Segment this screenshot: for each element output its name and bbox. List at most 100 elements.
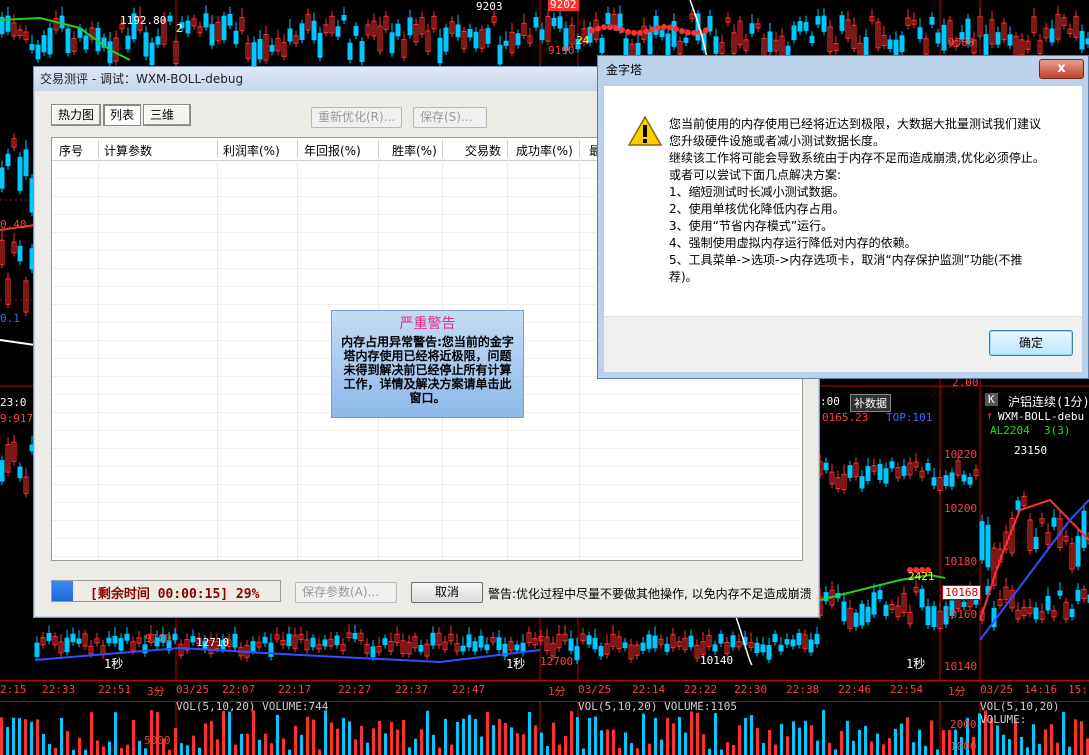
volume-bar <box>606 729 609 755</box>
candle <box>640 642 646 651</box>
price-label: 23:0 <box>0 396 27 409</box>
signal-dot <box>643 28 649 35</box>
contract-count: 3(3) <box>1044 424 1071 437</box>
candle <box>929 16 935 25</box>
save-button[interactable]: 保存(S)... <box>413 107 487 128</box>
candle <box>352 632 358 639</box>
candle <box>455 24 461 38</box>
dialog-footer: 确定 <box>604 316 1082 372</box>
candle <box>317 32 323 58</box>
column-header[interactable]: 胜率(%) <box>392 142 437 159</box>
row-line <box>52 484 802 485</box>
price-label: 23150 <box>1014 444 1048 457</box>
candle <box>931 606 937 628</box>
close-button[interactable]: x <box>1039 59 1084 79</box>
message-line: 荐)。 <box>669 270 698 284</box>
volume-bar <box>150 710 153 755</box>
candle <box>34 642 40 657</box>
time-tick: 22:14 <box>632 683 666 696</box>
volume-bar <box>624 732 627 755</box>
column-separator[interactable] <box>507 140 508 158</box>
column-header[interactable]: 序号 <box>59 142 83 159</box>
candle <box>118 638 124 651</box>
volume-bar <box>642 713 645 755</box>
message-line: 3、使用“节省内存模式”运行。 <box>669 219 834 233</box>
volume-bar <box>720 749 723 755</box>
volume-bar <box>270 743 273 755</box>
column-line <box>217 160 218 560</box>
volume-bar <box>426 710 429 755</box>
tab-heatmap[interactable]: 热力图 <box>51 104 102 126</box>
volume-bar <box>312 719 315 755</box>
volume-bar <box>846 720 849 755</box>
volume-bar <box>138 740 141 755</box>
column-separator[interactable] <box>378 140 379 158</box>
candle <box>586 635 592 645</box>
volume-bar <box>108 741 111 755</box>
column-separator[interactable] <box>217 140 218 158</box>
volume-bar <box>1020 736 1023 755</box>
reoptimize-button[interactable]: 重新优化(R)... <box>311 107 403 128</box>
candle <box>823 462 829 471</box>
supplement-data-button[interactable]: 补数据 <box>850 394 891 412</box>
candle <box>797 21 803 32</box>
candle <box>311 20 317 41</box>
candle <box>460 645 466 652</box>
column-header[interactable]: 成功率(%) <box>516 142 573 159</box>
memory-warning-box[interactable]: 严重警告 内存占用异常警告:您当前的金字塔内存使用已经将近极限，问题未得到解决前… <box>331 310 524 418</box>
candle <box>803 22 809 31</box>
candle <box>17 156 23 191</box>
candle <box>961 601 967 607</box>
volume-bar <box>930 720 933 755</box>
tab-list[interactable]: 列表 <box>103 104 142 126</box>
volume-bar <box>654 717 657 755</box>
volume-bar <box>684 732 687 755</box>
instrument-name: 沪铝连续(1分) <box>1008 395 1089 409</box>
volume-bar <box>210 721 213 755</box>
candle <box>931 477 937 486</box>
column-separator[interactable] <box>579 140 580 158</box>
cancel-button[interactable]: 取消 <box>411 582 483 603</box>
column-separator[interactable] <box>297 140 298 158</box>
column-header[interactable]: 年回报(%) <box>304 142 361 159</box>
message-line: 1、缩短测试时长减小测试数据。 <box>669 185 845 199</box>
volume-bar <box>888 738 891 755</box>
volume-bar <box>102 746 105 755</box>
candle <box>767 31 773 52</box>
row-line <box>52 430 802 431</box>
volume-bar <box>42 733 45 755</box>
save-params-button[interactable]: 保存参数(A)... <box>295 582 397 603</box>
column-header[interactable]: 计算参数 <box>104 142 152 159</box>
candle <box>221 15 227 41</box>
candle <box>784 639 790 645</box>
column-header[interactable]: 交易数 <box>465 142 501 159</box>
time-tick: 03/25 <box>578 683 612 696</box>
candle <box>382 638 388 646</box>
column-separator[interactable] <box>442 140 443 158</box>
volume-bar <box>204 723 207 755</box>
row-line <box>52 448 802 449</box>
volume-bar <box>534 725 537 755</box>
candle <box>865 606 871 623</box>
tab-3d[interactable]: 三维 <box>143 104 192 126</box>
volume-bar <box>0 717 3 755</box>
signal-dot <box>613 25 619 32</box>
price-label: 9:917 <box>0 412 34 425</box>
k-button[interactable]: K <box>985 393 998 406</box>
candle <box>473 31 479 49</box>
message-line: 4、强制使用虚拟内存运行降低对内存的依赖。 <box>669 236 917 250</box>
last-price-label: 10168 <box>942 585 982 600</box>
candle <box>967 476 973 485</box>
volume-bar <box>660 739 663 755</box>
candle <box>1033 607 1039 620</box>
column-separator[interactable] <box>98 140 99 158</box>
candle <box>287 28 293 42</box>
candle <box>437 37 443 64</box>
volume-bar <box>906 717 909 755</box>
time-tick: 3分 <box>147 685 165 698</box>
candle <box>389 32 395 54</box>
candle <box>949 472 955 487</box>
column-header[interactable]: 利润率(%) <box>223 142 280 159</box>
ok-button[interactable]: 确定 <box>989 330 1073 356</box>
candle <box>821 15 827 32</box>
